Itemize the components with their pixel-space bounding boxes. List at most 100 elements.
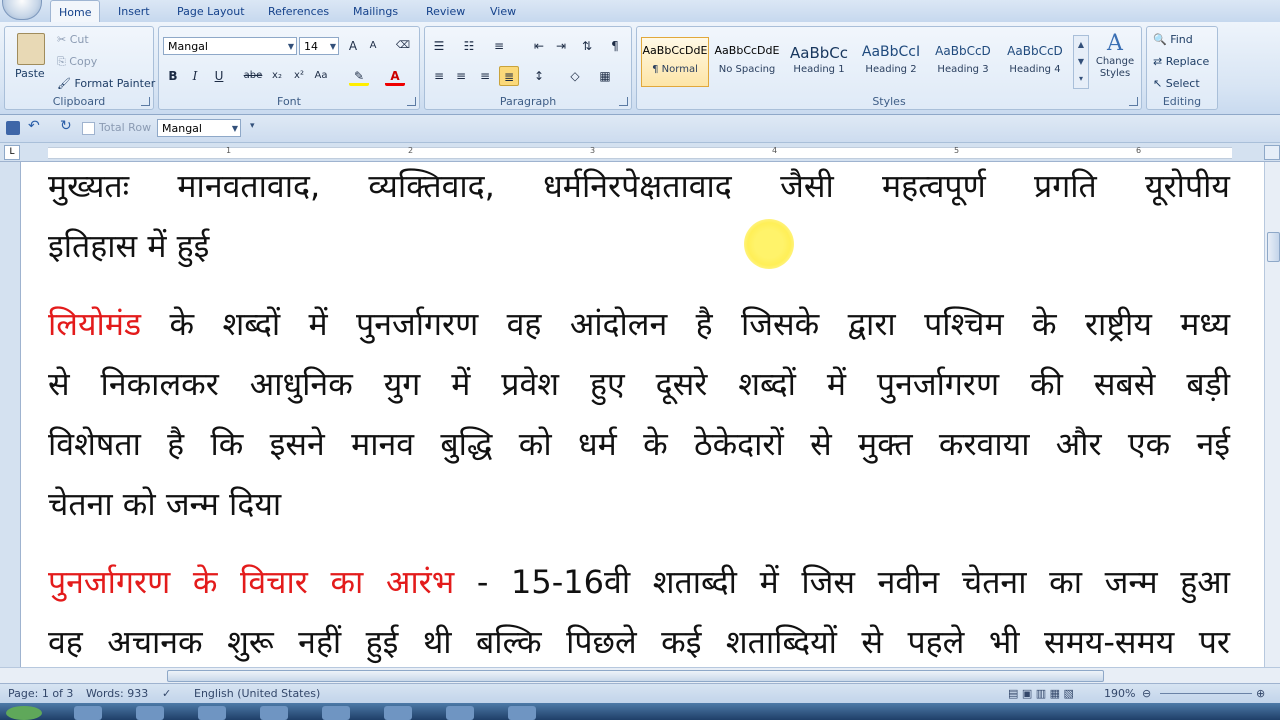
decrease-indent-icon[interactable]: ⇤ — [529, 36, 549, 56]
select-button[interactable]: ↖ Select — [1153, 77, 1200, 90]
find-button[interactable]: 🔍 Find — [1153, 33, 1193, 46]
undo-icon[interactable]: ↶ — [28, 118, 40, 134]
paragraph-launcher-icon[interactable] — [619, 97, 628, 106]
language-indicator[interactable]: English (United States) — [194, 687, 320, 700]
customize-qat-icon[interactable]: ▾ — [250, 121, 255, 131]
office-button[interactable] — [2, 0, 42, 20]
font-size-combo[interactable]: 14 ▼ — [299, 37, 339, 55]
subscript-button[interactable]: x₂ — [267, 66, 287, 86]
horizontal-scrollbar[interactable] — [0, 667, 1280, 684]
clipboard-launcher-icon[interactable] — [141, 97, 150, 106]
font-name-combo[interactable]: Mangal ▼ — [163, 37, 297, 55]
taskbar-app-icon[interactable] — [198, 706, 226, 720]
tab-selector-icon[interactable]: L — [4, 145, 20, 160]
page-count[interactable]: Page: 1 of 3 — [8, 687, 73, 700]
zoom-out-icon[interactable]: ⊖ — [1142, 687, 1151, 700]
total-row-checkbox[interactable] — [82, 122, 95, 135]
tab-view[interactable]: View — [482, 0, 524, 22]
style-name: Heading 3 — [937, 64, 989, 75]
align-center-icon[interactable]: ≡ — [451, 66, 471, 86]
change-styles-button[interactable]: A Change Styles — [1091, 31, 1139, 93]
shrink-font-button[interactable]: A — [363, 36, 383, 56]
style-heading-2[interactable]: AaBbCcI Heading 2 — [857, 37, 925, 87]
cut-button[interactable]: ✂ Cut — [57, 33, 89, 46]
document-page[interactable]: मुख्यतः मानवतावाद, व्यक्तिवाद, धर्मनिरपे… — [21, 162, 1264, 667]
paste-icon[interactable] — [17, 33, 45, 65]
borders-icon[interactable]: ▦ — [595, 66, 615, 86]
qat-font-combo[interactable]: Mangal ▼ — [157, 119, 241, 137]
tab-mailings[interactable]: Mailings — [345, 0, 406, 22]
vertical-scroll-thumb[interactable] — [1267, 232, 1280, 262]
clipboard-group: Paste ✂ Cut ⎘ Copy 🖌 Format Painter Clip… — [4, 26, 155, 110]
horizontal-scroll-thumb[interactable] — [167, 670, 1104, 682]
superscript-button[interactable]: x² — [289, 66, 309, 86]
word-count[interactable]: Words: 933 — [86, 687, 148, 700]
align-left-icon[interactable]: ≡ — [429, 66, 449, 86]
justify-icon[interactable]: ≣ — [499, 66, 519, 86]
tab-references[interactable]: References — [260, 0, 337, 22]
replace-button[interactable]: ⇄ Replace — [1153, 55, 1209, 68]
redo-icon[interactable]: ↻ — [60, 118, 72, 134]
clear-formatting-button[interactable]: ⌫ — [393, 36, 413, 56]
change-case-button[interactable]: Aa — [311, 66, 331, 86]
zoom-level[interactable]: 190% — [1104, 687, 1135, 700]
copy-button[interactable]: ⎘ Copy — [57, 55, 97, 69]
strikethrough-button[interactable]: abe — [243, 66, 263, 86]
italic-button[interactable]: I — [185, 66, 205, 86]
styles-scroll-icon[interactable]: ▲ ▼ ▾ — [1073, 35, 1089, 89]
styles-launcher-icon[interactable] — [1129, 97, 1138, 106]
view-ruler-icon[interactable] — [1264, 145, 1280, 160]
style-normal[interactable]: AaBbCcDdE ¶ Normal — [641, 37, 709, 87]
text-line: लियोमंड के शब्दों में पुनर्जागरण वह आंदो… — [48, 302, 1230, 346]
style-no-spacing[interactable]: AaBbCcDdE No Spacing — [713, 37, 781, 87]
taskbar-app-icon[interactable] — [384, 706, 412, 720]
style-name: Heading 1 — [793, 64, 845, 75]
taskbar-app-icon[interactable] — [136, 706, 164, 720]
text-line: पुनर्जागरण के विचार का आरंभ - 15-16वी शत… — [48, 560, 1230, 604]
zoom-slider[interactable] — [1160, 693, 1252, 694]
show-formatting-button[interactable]: ¶ — [605, 36, 625, 56]
increase-indent-icon[interactable]: ⇥ — [551, 36, 571, 56]
line-spacing-icon[interactable]: ↕ — [529, 66, 549, 86]
grow-font-button[interactable]: A — [343, 36, 363, 56]
save-icon[interactable] — [6, 121, 20, 135]
ribbon-tab-bar: Home Insert Page Layout References Maili… — [0, 0, 1280, 23]
style-heading-4[interactable]: AaBbCcD Heading 4 — [1001, 37, 1069, 87]
start-button-icon[interactable] — [6, 706, 42, 720]
taskbar-app-icon[interactable] — [260, 706, 288, 720]
underline-button[interactable]: U — [209, 66, 229, 86]
vertical-scrollbar[interactable] — [1264, 162, 1280, 667]
tab-page-layout[interactable]: Page Layout — [169, 0, 253, 22]
align-right-icon[interactable]: ≡ — [475, 66, 495, 86]
font-launcher-icon[interactable] — [407, 97, 416, 106]
horizontal-ruler[interactable]: L 1 2 3 4 5 6 — [0, 143, 1280, 162]
bold-button[interactable]: B — [163, 66, 183, 86]
tab-home[interactable]: Home — [50, 0, 101, 23]
select-icon: ↖ — [1153, 77, 1163, 90]
tab-review[interactable]: Review — [418, 0, 473, 22]
format-painter-label: Format Painter — [74, 77, 156, 90]
proofing-icon[interactable]: ✓ — [162, 687, 171, 700]
style-sample: AaBbCc — [790, 44, 848, 62]
text-line: चेतना को जन्म दिया — [48, 485, 282, 523]
shading-icon[interactable]: ◇ — [565, 66, 585, 86]
font-color-button[interactable]: A — [385, 66, 405, 86]
chevron-down-icon: ▼ — [329, 42, 336, 51]
numbering-icon[interactable]: ☷ — [459, 36, 479, 56]
style-heading-1[interactable]: AaBbCc Heading 1 — [785, 37, 853, 87]
view-buttons-icon[interactable]: ▤ ▣ ▥ ▦ ▧ — [1008, 687, 1074, 700]
clipboard-group-label: Clipboard — [52, 95, 106, 108]
sort-icon[interactable]: ⇅ — [577, 36, 597, 56]
format-painter-button[interactable]: 🖌 Format Painter — [57, 77, 155, 90]
bullets-icon[interactable]: ☰ — [429, 36, 449, 56]
zoom-in-icon[interactable]: ⊕ — [1256, 687, 1265, 700]
style-heading-3[interactable]: AaBbCcD Heading 3 — [929, 37, 997, 87]
taskbar-app-icon[interactable] — [322, 706, 350, 720]
tab-insert[interactable]: Insert — [110, 0, 158, 22]
highlight-icon[interactable]: ✎ — [349, 66, 369, 86]
taskbar-app-icon[interactable] — [446, 706, 474, 720]
taskbar-app-icon[interactable] — [74, 706, 102, 720]
multilevel-list-icon[interactable]: ≡ — [489, 36, 509, 56]
paste-button[interactable]: Paste — [15, 67, 45, 80]
taskbar-app-icon[interactable] — [508, 706, 536, 720]
